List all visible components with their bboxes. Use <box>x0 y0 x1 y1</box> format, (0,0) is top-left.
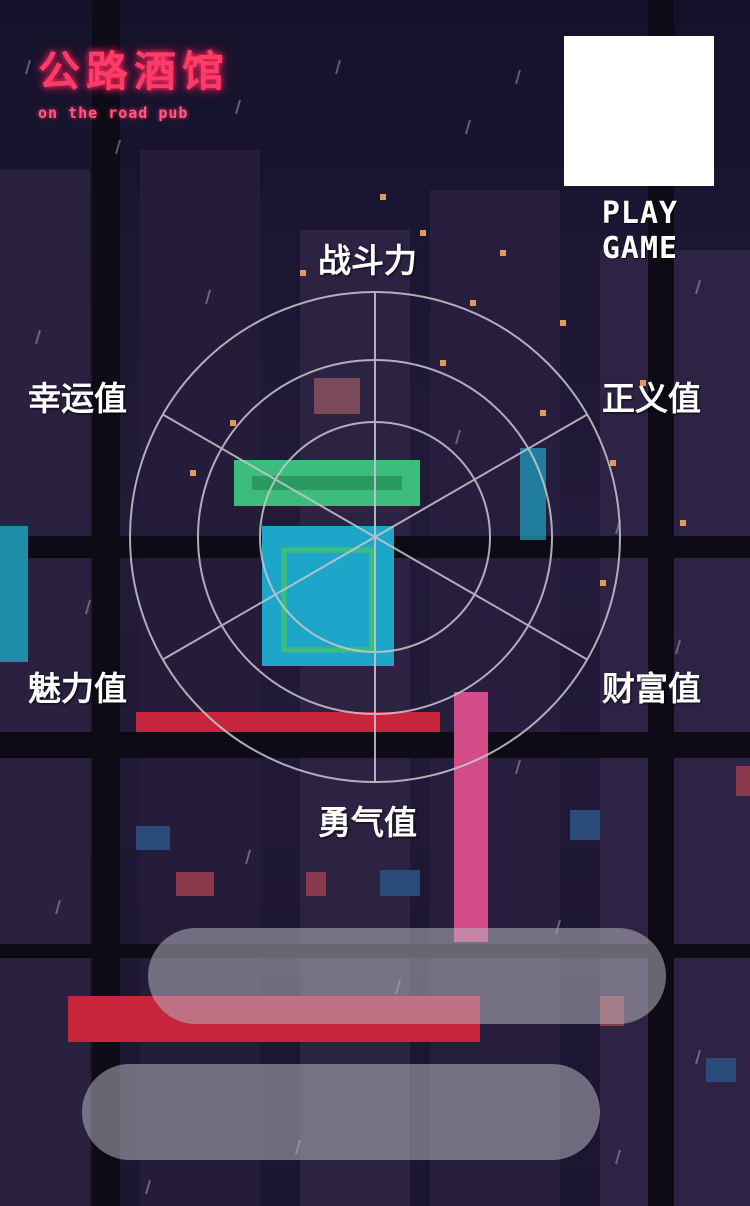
radar-label-wealth: 财富值 <box>602 669 701 708</box>
action-pill-1[interactable] <box>148 928 666 1024</box>
action-pill-2[interactable] <box>82 1064 600 1160</box>
radar-label-justice: 正义值 <box>602 379 701 418</box>
radar-label-luck: 幸运值 <box>28 379 127 418</box>
radar-label-charm: 魅力值 <box>28 669 127 708</box>
radar-chart <box>129 291 621 783</box>
radar-label-combat: 战斗力 <box>318 241 417 280</box>
radar-label-courage: 勇气值 <box>318 803 417 842</box>
